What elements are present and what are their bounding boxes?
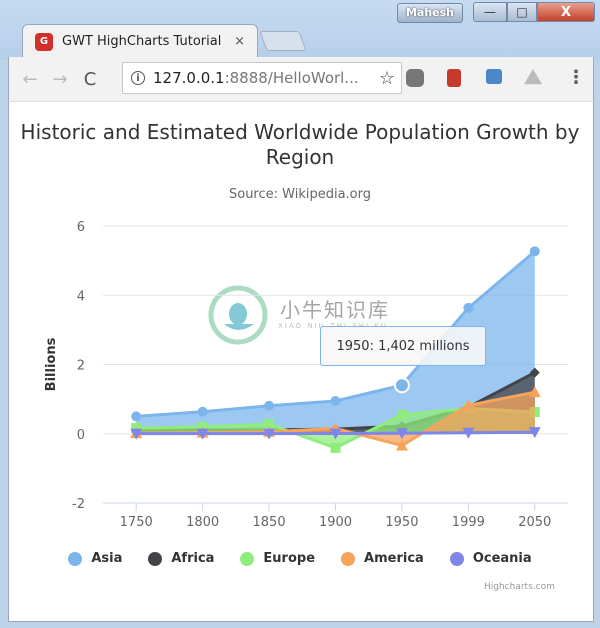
credits-link[interactable]: Highcharts.com <box>484 582 555 592</box>
legend-label: Africa <box>171 551 215 566</box>
y-tick-label: -2 <box>72 497 85 512</box>
point-europe-1950[interactable] <box>396 409 407 420</box>
legend-label: America <box>364 551 424 566</box>
legend-symbol-icon <box>68 551 83 566</box>
point-asia-1750[interactable] <box>131 411 142 422</box>
x-tick-label: 1750 <box>120 515 153 530</box>
legend-item-europe[interactable]: Europe <box>240 551 315 566</box>
x-tick-label: 1900 <box>319 515 352 530</box>
chart-tooltip: 1950: 1,402 millions <box>320 326 486 366</box>
point-asia-1850[interactable] <box>264 400 275 411</box>
legend-item-america[interactable]: America <box>341 551 424 566</box>
legend-label: Oceania <box>472 551 532 566</box>
chart-plot: -2 0 2 4 6 1750 1800 1850 1900 1950 1999 2050 Billio… <box>44 220 568 530</box>
point-asia-1900[interactable] <box>330 395 341 406</box>
legend-symbol-icon <box>240 551 255 566</box>
y-tick-label: 2 <box>77 359 85 374</box>
legend-label: Asia <box>91 551 123 566</box>
legend-symbol-icon <box>148 551 163 566</box>
hovered-point[interactable] <box>393 377 410 394</box>
y-tick-label: 4 <box>77 289 85 304</box>
x-tick-label: 1850 <box>253 515 286 530</box>
x-tick-label: 1950 <box>385 515 418 530</box>
point-asia-1800[interactable] <box>197 406 208 417</box>
legend-item-africa[interactable]: Africa <box>148 551 214 566</box>
y-tick-label: 6 <box>77 220 85 235</box>
y-tick-label: 0 <box>77 428 85 443</box>
legend-item-asia[interactable]: Asia <box>68 551 122 566</box>
y-axis-title: Billions <box>44 337 59 391</box>
point-asia-1999[interactable] <box>463 302 474 313</box>
point-asia-2050[interactable] <box>529 246 540 257</box>
legend-symbol-icon <box>341 551 356 566</box>
legend-label: Europe <box>263 551 316 566</box>
point-europe-1900[interactable] <box>330 442 341 453</box>
x-tick-label: 2050 <box>518 515 551 530</box>
x-tick-label: 1999 <box>452 515 485 530</box>
x-tick-label: 1800 <box>186 515 219 530</box>
legend-item-oceania[interactable]: Oceania <box>449 551 532 566</box>
chart-legend: Asia Africa Europe America Oceania <box>0 551 600 566</box>
legend-symbol-icon <box>449 551 464 566</box>
